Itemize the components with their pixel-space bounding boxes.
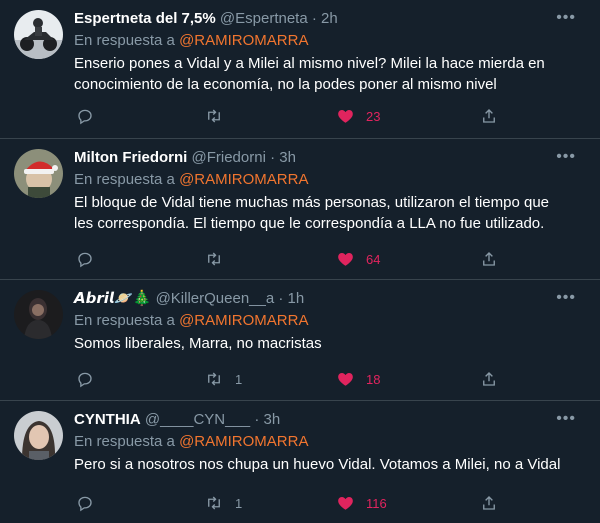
avatar-santa-hat-icon xyxy=(14,149,63,198)
retweet-button[interactable] xyxy=(204,106,235,126)
timestamp[interactable]: 2h xyxy=(321,10,338,27)
avatar[interactable] xyxy=(14,149,63,198)
tweet-header: Milton Friedorni @Friedorni · 3h xyxy=(74,148,560,168)
heart-icon xyxy=(338,497,353,510)
heart-icon xyxy=(338,373,353,386)
reply-label: En respuesta a xyxy=(74,171,175,188)
retweet-icon xyxy=(208,109,220,123)
tweet-text: Pero si a nosotros nos chupa un huevo Vi… xyxy=(74,456,561,473)
more-options-icon[interactable]: ••• xyxy=(556,290,576,306)
display-name[interactable]: CYNTHIA xyxy=(74,411,141,428)
more-options-icon[interactable]: ••• xyxy=(556,10,576,26)
tweet[interactable]: CYNTHIA @____CYN___ · 3h ••• En respuest… xyxy=(0,401,600,523)
tweet[interactable]: Espertneta del 7,5% @Espertneta · 2h •••… xyxy=(0,0,600,139)
tweet-header: CYNTHIA @____CYN___ · 3h xyxy=(74,410,560,430)
like-button[interactable]: 18 xyxy=(336,369,380,389)
display-name[interactable]: Espertneta del 7,5% xyxy=(74,10,216,27)
user-handle[interactable]: @KillerQueen__a xyxy=(156,290,275,307)
reply-button[interactable] xyxy=(76,493,94,513)
more-options-icon[interactable]: ••• xyxy=(556,149,576,165)
timestamp[interactable]: 1h xyxy=(288,290,305,307)
avatar-woman-dark-icon xyxy=(14,290,63,339)
reply-context: En respuesta a @RAMIROMARRA xyxy=(74,432,308,452)
separator-dot: · xyxy=(270,149,276,166)
like-button[interactable]: 116 xyxy=(336,493,387,513)
separator-dot: · xyxy=(254,411,260,428)
reply-button[interactable] xyxy=(76,249,94,269)
avatar-girl-icon xyxy=(14,411,63,460)
tweet-actions: 64 xyxy=(74,249,560,269)
like-count: 116 xyxy=(366,495,387,511)
like-count: 18 xyxy=(366,371,381,387)
mention-link[interactable]: @RAMIROMARRA xyxy=(179,433,308,450)
retweet-count: 1 xyxy=(235,371,243,387)
reply-icon xyxy=(78,252,92,268)
tweet-actions: 1 116 xyxy=(74,493,560,513)
avatar-motorcycle-icon xyxy=(14,10,63,59)
timestamp[interactable]: 3h xyxy=(263,411,280,428)
retweet-icon xyxy=(208,252,220,266)
reply-label: En respuesta a xyxy=(74,312,175,329)
reply-label: En respuesta a xyxy=(74,32,175,49)
like-button[interactable]: 23 xyxy=(336,106,380,126)
tweet-actions: 1 18 xyxy=(74,369,560,389)
tweet-text: Enserio pones a Vidal y a Milei al mismo… xyxy=(74,55,545,93)
retweet-button[interactable] xyxy=(204,249,235,269)
heart-icon xyxy=(338,110,353,123)
separator-dot: · xyxy=(311,10,317,27)
share-icon xyxy=(483,496,495,510)
tweet-header: 𝘼𝙗𝙧𝙞𝙡🪐🎄 @KillerQueen__a · 1h xyxy=(74,289,560,309)
retweet-icon xyxy=(208,496,220,510)
separator-dot: · xyxy=(278,290,284,307)
reply-icon xyxy=(78,109,92,125)
more-options-icon[interactable]: ••• xyxy=(556,411,576,427)
tweet-text: El bloque de Vidal tiene muchas más pers… xyxy=(74,194,550,232)
tweet[interactable]: 𝘼𝙗𝙧𝙞𝙡🪐🎄 @KillerQueen__a · 1h ••• En resp… xyxy=(0,280,600,401)
tweet[interactable]: Milton Friedorni @Friedorni · 3h ••• En … xyxy=(0,139,600,280)
retweet-button[interactable]: 1 xyxy=(204,369,242,389)
avatar[interactable] xyxy=(14,290,63,339)
like-count: 23 xyxy=(366,108,381,124)
share-button[interactable] xyxy=(480,369,498,389)
user-handle[interactable]: @Espertneta xyxy=(220,10,308,27)
avatar[interactable] xyxy=(14,10,63,59)
share-icon xyxy=(483,252,495,266)
retweet-button[interactable]: 1 xyxy=(204,493,242,513)
display-name[interactable]: Milton Friedorni xyxy=(74,149,187,166)
mention-link[interactable]: @RAMIROMARRA xyxy=(179,171,308,188)
reply-context: En respuesta a @RAMIROMARRA xyxy=(74,311,308,331)
reply-icon xyxy=(78,496,92,512)
reply-context: En respuesta a @RAMIROMARRA xyxy=(74,31,308,51)
avatar[interactable] xyxy=(14,411,63,460)
like-button[interactable]: 64 xyxy=(336,249,380,269)
like-count: 64 xyxy=(366,251,381,267)
reply-icon xyxy=(78,372,92,388)
tweet-text: Somos liberales, Marra, no macristas xyxy=(74,335,322,352)
reply-button[interactable] xyxy=(76,106,94,126)
reply-button[interactable] xyxy=(76,369,94,389)
timestamp[interactable]: 3h xyxy=(279,149,296,166)
retweet-count: 1 xyxy=(235,495,243,511)
display-name[interactable]: 𝘼𝙗𝙧𝙞𝙡🪐🎄 xyxy=(74,290,151,307)
mention-link[interactable]: @RAMIROMARRA xyxy=(179,312,308,329)
share-icon xyxy=(483,372,495,386)
user-handle[interactable]: @____CYN___ xyxy=(145,411,250,428)
share-button[interactable] xyxy=(480,106,498,126)
tweet-actions: 23 xyxy=(74,106,560,126)
share-button[interactable] xyxy=(480,249,498,269)
share-button[interactable] xyxy=(480,493,498,513)
tweet-header: Espertneta del 7,5% @Espertneta · 2h xyxy=(74,9,560,29)
reply-label: En respuesta a xyxy=(74,433,175,450)
replies-feed: Espertneta del 7,5% @Espertneta · 2h •••… xyxy=(0,0,600,523)
reply-context: En respuesta a @RAMIROMARRA xyxy=(74,170,308,190)
retweet-icon xyxy=(208,372,220,386)
heart-icon xyxy=(338,253,353,266)
user-handle[interactable]: @Friedorni xyxy=(192,149,266,166)
mention-link[interactable]: @RAMIROMARRA xyxy=(179,32,308,49)
share-icon xyxy=(483,109,495,123)
